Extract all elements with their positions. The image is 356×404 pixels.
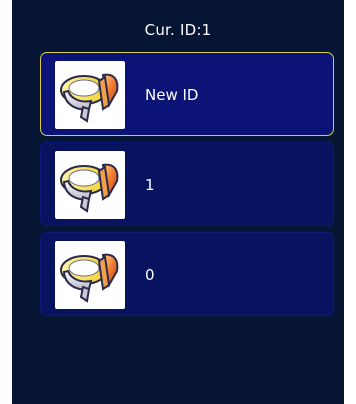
list-item-new-id[interactable]: New ID [40, 52, 334, 136]
ring-badge-icon [55, 151, 125, 219]
list-item-label: 1 [145, 176, 155, 194]
list-item-label: New ID [145, 86, 199, 104]
id-list: New ID 1 0 [40, 52, 334, 322]
list-item-label: 0 [145, 266, 155, 284]
ring-badge-icon [55, 241, 125, 309]
ring-badge-icon [55, 61, 125, 129]
device-screen: Cur. ID:1 New ID 1 0 [12, 0, 344, 404]
list-item-1[interactable]: 1 [40, 142, 334, 226]
current-id-title: Cur. ID:1 [144, 21, 212, 39]
list-item-0[interactable]: 0 [40, 232, 334, 316]
